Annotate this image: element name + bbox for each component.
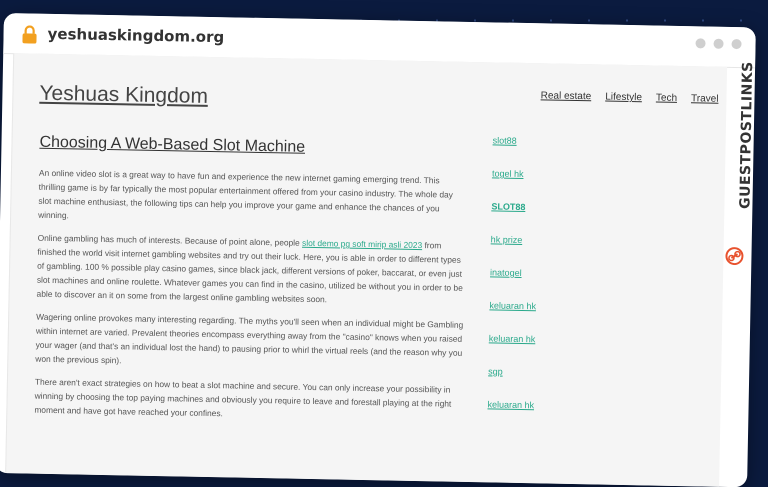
sidebar-link[interactable]: inatogel (490, 267, 610, 279)
sidebar-link[interactable]: togel hk (492, 168, 612, 180)
browser-window: yeshuaskingdom.org Yeshuas Kingdom Real … (0, 13, 756, 487)
article-paragraph: Wagering online provokes many interestin… (35, 311, 464, 366)
article-title[interactable]: Choosing A Web-Based Slot Machine (39, 134, 467, 160)
guestpostlinks-watermark: GUESTPOSTLINKS (723, 61, 756, 266)
window-controls (695, 38, 742, 50)
nav-link-lifestyle[interactable]: Lifestyle (605, 92, 642, 104)
sidebar-link[interactable]: keluaran hk (487, 399, 607, 411)
article: Choosing A Web-Based Slot Machine An onl… (34, 134, 468, 434)
sidebar-link[interactable]: slot88 (493, 135, 613, 147)
sidebar-link[interactable]: keluaran hk (489, 300, 609, 312)
top-nav: Real estate Lifestyle Tech Travel (541, 90, 719, 104)
site-title-link[interactable]: Yeshuas Kingdom (39, 82, 208, 109)
web-page: Yeshuas Kingdom Real estate Lifestyle Te… (5, 53, 728, 487)
sidebar-link[interactable]: SLOT88 (491, 201, 611, 213)
sidebar-link[interactable]: hk prize (491, 234, 611, 246)
article-paragraph: An online video slot is a great way to h… (38, 167, 454, 221)
chain-link-icon (725, 247, 744, 266)
nav-link-real-estate[interactable]: Real estate (541, 90, 592, 102)
article-paragraph: There aren't exact strategies on how to … (34, 376, 452, 419)
inline-link-slot-demo[interactable]: slot demo pg soft mirip asli 2023 (302, 238, 422, 250)
nav-link-travel[interactable]: Travel (691, 93, 719, 105)
window-dot-icon[interactable] (713, 38, 724, 49)
paragraph-text: from finished the world visit internet g… (36, 240, 463, 305)
nav-link-tech[interactable]: Tech (656, 93, 677, 104)
sidebar-link[interactable]: keluaran hk (489, 333, 609, 345)
paragraph-text: Online gambling has much of interests. B… (37, 232, 303, 248)
window-dot-icon[interactable] (731, 38, 742, 50)
window-dot-icon[interactable] (695, 38, 706, 49)
sidebar-link[interactable]: sgp (488, 366, 608, 378)
url-text[interactable]: yeshuaskingdom.org (47, 25, 224, 46)
lock-icon (22, 25, 37, 44)
sidebar: slot88 togel hk SLOT88 hk prize inatogel… (487, 135, 613, 434)
article-paragraph: Online gambling has much of interests. B… (36, 231, 465, 309)
